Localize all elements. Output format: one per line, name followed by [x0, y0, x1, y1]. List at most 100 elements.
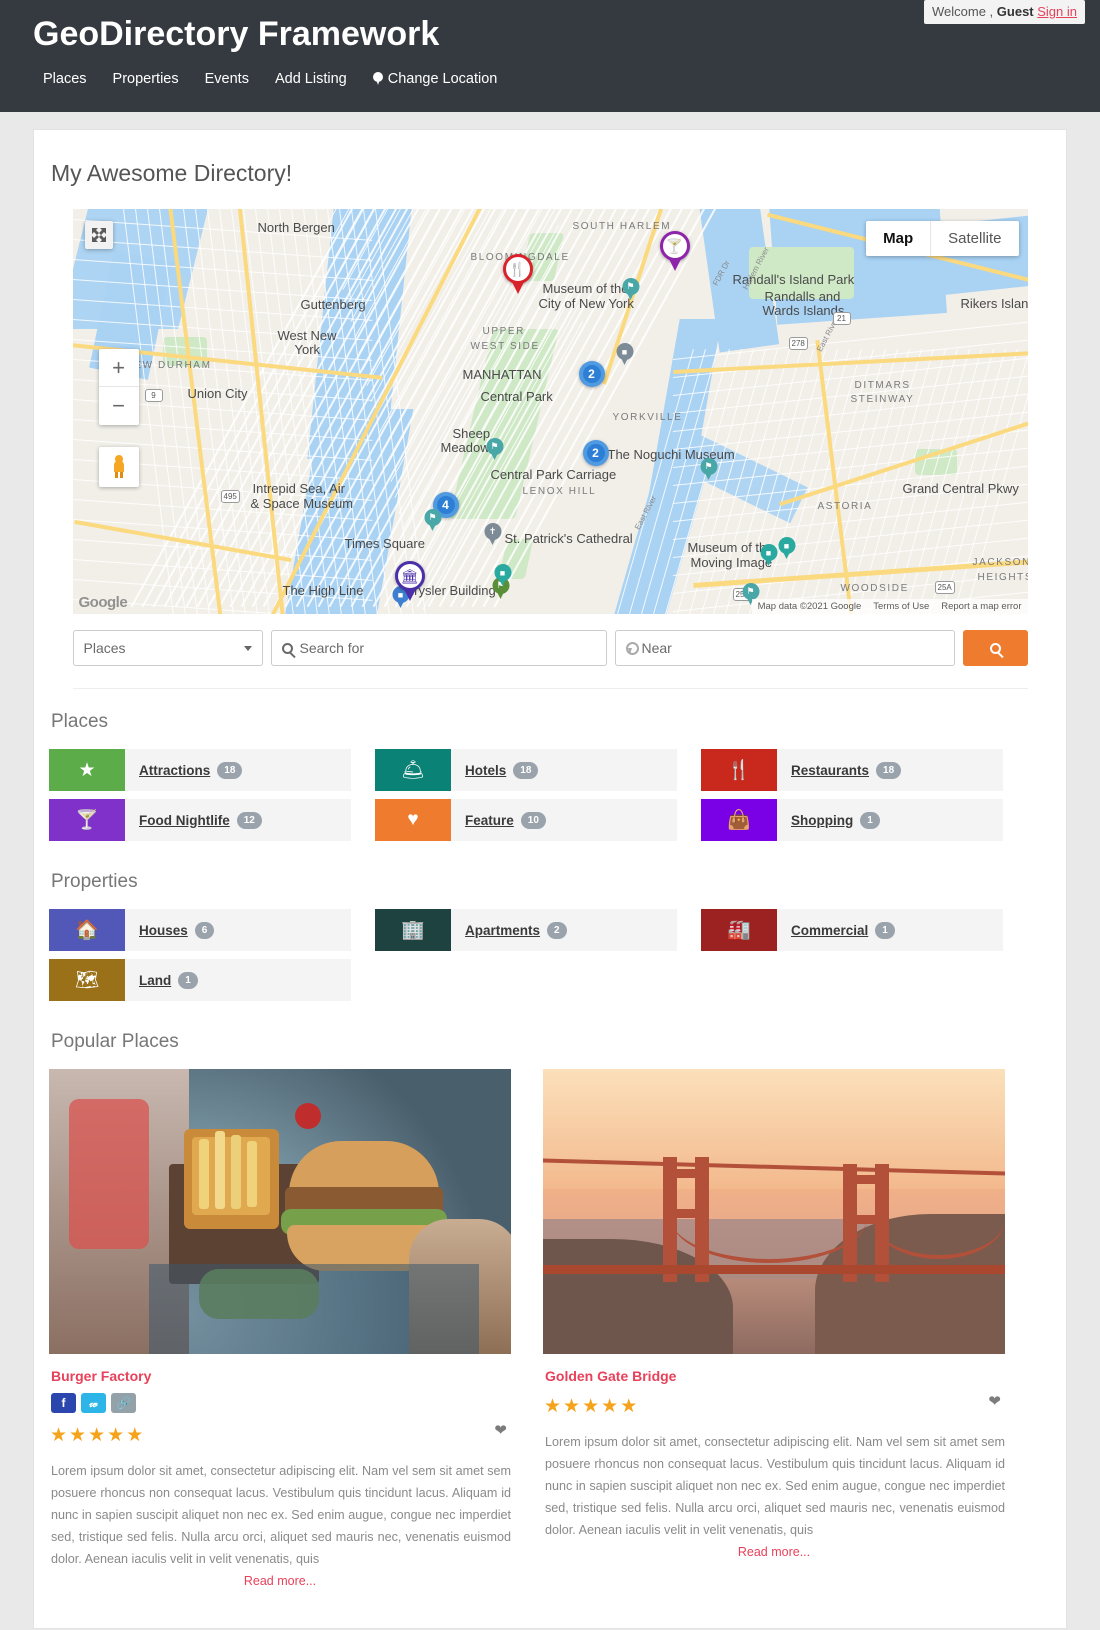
- category-item[interactable]: 🗺 Land 1: [49, 959, 351, 1001]
- read-more-link[interactable]: Read more...: [49, 1574, 511, 1588]
- category-link[interactable]: Restaurants: [791, 763, 869, 778]
- marker-cluster[interactable]: 2: [582, 440, 609, 466]
- place-image[interactable]: [49, 1069, 511, 1354]
- search-form[interactable]: Places Search for Near: [72, 630, 1028, 689]
- favorite-heart-icon[interactable]: ❤: [494, 1421, 507, 1439]
- search-icon: [281, 642, 293, 654]
- map-poi-icon[interactable]: ⚑: [424, 509, 441, 532]
- map-label: & Space Museum: [250, 496, 354, 511]
- map-poi-icon[interactable]: ■: [494, 564, 511, 587]
- map-poi-icon[interactable]: ■: [760, 544, 777, 567]
- highway-shield: 278: [788, 337, 808, 350]
- category-link[interactable]: Hotels: [465, 763, 506, 778]
- building-icon: 🏢: [375, 909, 451, 951]
- nav-item-add-listing[interactable]: Add Listing: [262, 71, 360, 87]
- zoom-out-button[interactable]: −: [99, 387, 139, 425]
- category-item[interactable]: ★ Attractions 18: [49, 749, 351, 791]
- map-label: STEINWAY: [850, 394, 915, 405]
- search-icon: [989, 642, 1001, 654]
- category-item[interactable]: 🏠 Houses 6: [49, 909, 351, 951]
- rating-row: ★ ★ ★ ★ ★ ❤: [49, 1413, 511, 1447]
- map-label: HEIGHTS: [977, 572, 1028, 583]
- highway-shield: 25A: [934, 581, 955, 594]
- place-image[interactable]: [543, 1069, 1005, 1354]
- favorite-heart-icon[interactable]: ❤: [988, 1392, 1001, 1410]
- category-count-badge: 18: [876, 761, 902, 779]
- search-type-select[interactable]: Places: [72, 630, 263, 666]
- map-type-map-button[interactable]: Map: [866, 221, 931, 256]
- map-poi-icon[interactable]: ⚑: [622, 278, 639, 301]
- place-name[interactable]: Golden Gate Bridge: [545, 1368, 1005, 1384]
- category-item[interactable]: ♥ Feature 10: [375, 799, 677, 841]
- cutlery-icon: 🍴: [701, 749, 777, 791]
- place-card[interactable]: Burger Factory f 𝓌 🔗 ★ ★ ★ ★ ★ ❤ Lorem ipsum…: [49, 1069, 511, 1588]
- map-canvas[interactable]: North Bergen SOUTH HARLEM Randall's Island…: [72, 209, 1028, 614]
- marker-cluster[interactable]: 2: [578, 361, 605, 387]
- category-link[interactable]: Houses: [139, 923, 188, 938]
- nav-item-properties[interactable]: Properties: [100, 71, 192, 87]
- category-count-badge: 1: [860, 811, 880, 829]
- map-type-satellite-button[interactable]: Satellite: [930, 221, 1019, 256]
- map-type-toggle[interactable]: Map Satellite: [866, 221, 1019, 256]
- search-keyword-input[interactable]: Search for: [270, 630, 607, 666]
- map-poi-icon[interactable]: ■: [778, 537, 795, 560]
- twitter-icon[interactable]: 𝓌: [81, 1393, 106, 1413]
- category-item[interactable]: 🍴 Restaurants 18: [701, 749, 1003, 791]
- category-item[interactable]: 👜 Shopping 1: [701, 799, 1003, 841]
- search-submit-button[interactable]: [962, 630, 1028, 666]
- street-view-pegman-icon[interactable]: [98, 447, 139, 487]
- category-sections: Places ★ Attractions 18 🛎 Hotels 18 🍴 Restaurant…: [49, 711, 1051, 1009]
- popular-places-heading: Popular Places: [51, 1031, 179, 1052]
- fullscreen-icon[interactable]: [84, 221, 113, 249]
- facebook-icon[interactable]: f: [51, 1393, 76, 1413]
- map-label: ASTORIA: [817, 501, 873, 512]
- nav-item-change-location[interactable]: Change Location: [360, 71, 511, 87]
- category-link[interactable]: Feature: [465, 813, 514, 828]
- search-near-input[interactable]: Near: [614, 630, 955, 666]
- map-poi-icon[interactable]: ■: [616, 343, 633, 366]
- nav-item-places[interactable]: Places: [30, 71, 100, 87]
- category-link[interactable]: Shopping: [791, 813, 853, 828]
- category-count-badge: 1: [875, 921, 895, 939]
- category-count-badge: 6: [194, 921, 215, 939]
- restaurant-marker[interactable]: 🍴: [502, 254, 533, 294]
- place-card[interactable]: Golden Gate Bridge ★ ★ ★ ★ ★ ❤ Lorem ipsum d…: [543, 1069, 1005, 1588]
- category-link[interactable]: Apartments: [465, 923, 540, 938]
- map-poi-icon[interactable]: ⚑: [700, 458, 717, 481]
- map-label: Guttenberg: [300, 297, 366, 312]
- place-name[interactable]: Burger Factory: [51, 1368, 511, 1384]
- zoom-in-button[interactable]: +: [98, 349, 139, 387]
- map-poi-icon[interactable]: ✝: [484, 523, 501, 546]
- rating-row: ★ ★ ★ ★ ★ ❤: [543, 1384, 1005, 1418]
- welcome-box: Welcome , Guest Sign in: [923, 0, 1085, 24]
- map-label: Central Park: [480, 389, 553, 404]
- read-more-link[interactable]: Read more...: [543, 1545, 1005, 1559]
- category-item[interactable]: 🏢 Apartments 2: [375, 909, 677, 951]
- map-poi-icon[interactable]: ⚑: [486, 438, 503, 461]
- category-link[interactable]: Food Nightlife: [139, 813, 230, 828]
- nightlife-marker[interactable]: 🍸: [659, 231, 690, 271]
- nav-label: Change Location: [387, 70, 498, 87]
- link-icon[interactable]: 🔗: [111, 1393, 136, 1413]
- map-icon: 🗺: [49, 959, 125, 1001]
- sign-in-link[interactable]: Sign in: [1037, 4, 1077, 19]
- map-label: Grand Central Pkwy: [902, 481, 1019, 496]
- terms-of-use-link[interactable]: Terms of Use: [873, 601, 929, 612]
- category-item[interactable]: 🛎 Hotels 18: [375, 749, 677, 791]
- nav-item-events[interactable]: Events: [192, 71, 262, 87]
- zoom-controls[interactable]: + −: [98, 349, 139, 425]
- map-pin-icon: [372, 71, 383, 86]
- nav-label: Events: [204, 70, 249, 87]
- category-link[interactable]: Land: [139, 973, 171, 988]
- landmark-marker[interactable]: 🏛: [394, 561, 425, 601]
- map-label: SOUTH HARLEM: [572, 221, 672, 232]
- category-item[interactable]: 🏭 Commercial 1: [701, 909, 1003, 951]
- map-widget[interactable]: North Bergen SOUTH HARLEM Randall's Island…: [72, 209, 1028, 614]
- social-share-buttons[interactable]: f 𝓌 🔗: [51, 1393, 511, 1413]
- report-map-error-link[interactable]: Report a map error: [941, 601, 1021, 612]
- map-label: DITMARS: [854, 380, 911, 391]
- category-item[interactable]: 🍸 Food Nightlife 12: [49, 799, 351, 841]
- category-link[interactable]: Attractions: [139, 763, 210, 778]
- category-link[interactable]: Commercial: [791, 923, 868, 938]
- rating-stars: ★ ★ ★ ★ ★: [544, 1396, 640, 1417]
